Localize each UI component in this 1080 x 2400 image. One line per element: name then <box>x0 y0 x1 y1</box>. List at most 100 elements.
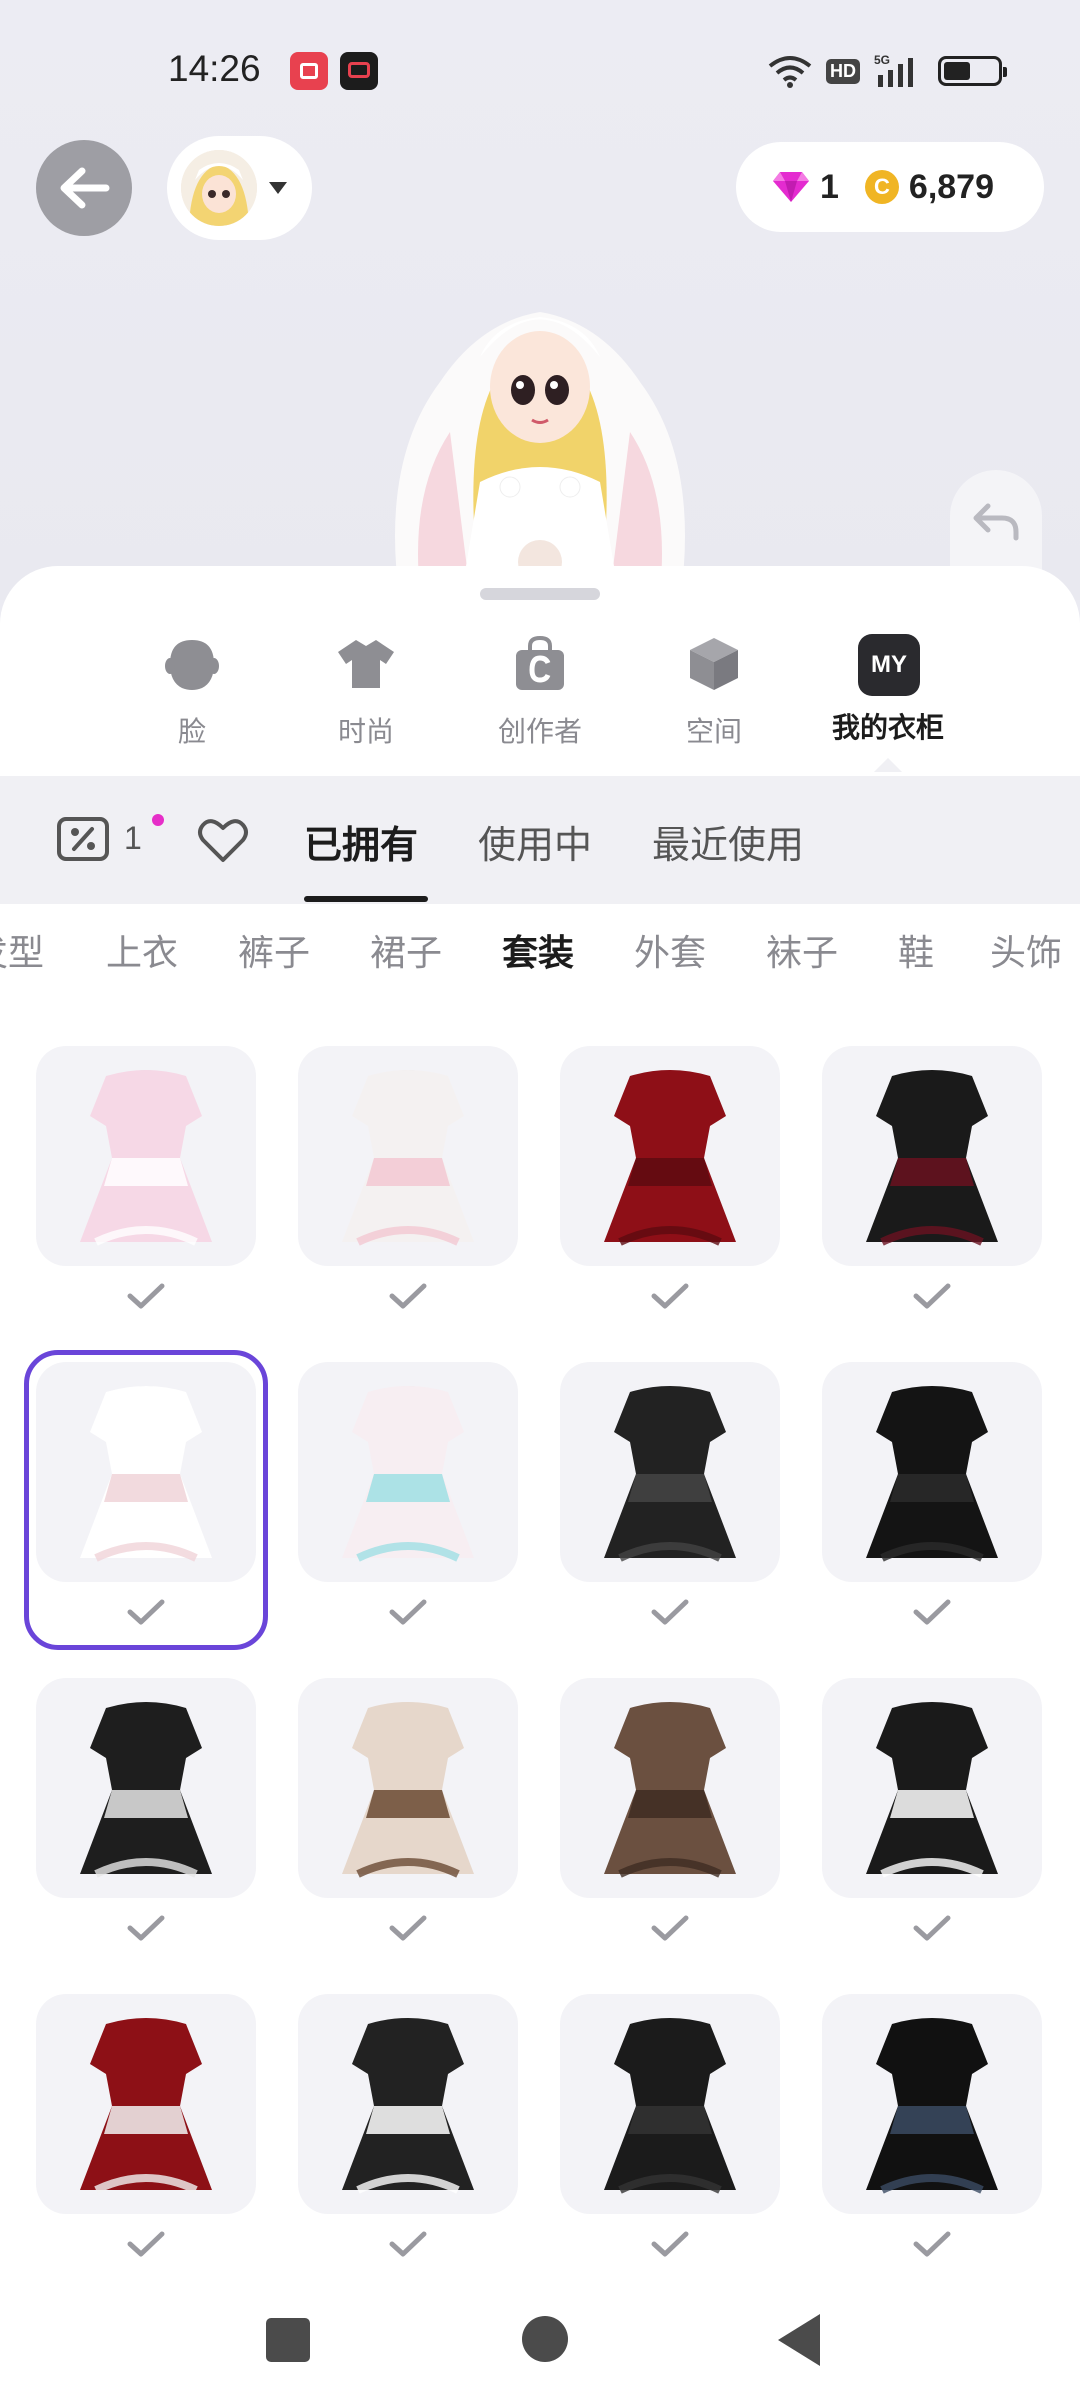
heart-icon[interactable] <box>197 816 249 864</box>
owned-check-icon <box>389 1283 427 1309</box>
outfit-image <box>866 1702 998 1878</box>
filter-hairstyle[interactable]: 发型 <box>0 924 44 976</box>
outfit-card-pink-maid-dress[interactable] <box>36 1046 256 1266</box>
outfit-card-black-fur-crop-set[interactable] <box>560 1362 780 1582</box>
outfit-card-red-skeleton-dress[interactable] <box>36 1994 256 2214</box>
recent-apps-button[interactable] <box>266 2318 310 2362</box>
outfit-card-white-pink-bunny-outfit[interactable] <box>298 1046 518 1266</box>
video-app-icon <box>340 52 378 90</box>
outfit-image <box>80 1702 212 1878</box>
owned-check-icon <box>651 1283 689 1309</box>
outfit-card-gothic-lace-set[interactable] <box>822 1046 1042 1266</box>
status-bar: 14:26 HD 5G <box>0 0 1080 140</box>
avatar-selector[interactable] <box>167 136 312 240</box>
character-preview[interactable] <box>360 262 720 602</box>
drag-handle[interactable] <box>480 588 600 600</box>
outfit-image <box>342 1070 474 1246</box>
owned-check-icon <box>913 1915 951 1941</box>
outfit-card-black-feather-gown[interactable] <box>822 1994 1042 2214</box>
tab-face-label: 脸 <box>177 715 206 748</box>
filter-skirts[interactable]: 裙子 <box>370 924 442 976</box>
active-subtab-underline <box>304 896 428 902</box>
outfit-card-black-leather-coat[interactable] <box>560 1994 780 2214</box>
tab-space-label: 空间 <box>685 715 742 748</box>
my-badge: MY <box>858 634 920 696</box>
notification-dot <box>152 814 164 826</box>
system-nav-bar <box>0 2270 1080 2400</box>
outfit-image <box>604 2018 736 2194</box>
gem-count: 1 <box>820 167 839 206</box>
owned-check-icon <box>913 1599 951 1625</box>
tshirt-icon <box>338 640 394 688</box>
gem-icon <box>773 172 809 202</box>
wardrobe-sheet: 脸 时尚 创作者 空间 MY 我的衣柜 1 已拥有 使用中 最近使用 型 上衣 … <box>0 566 1080 2400</box>
filter-headwear[interactable]: 头饰 <box>990 924 1062 976</box>
outfit-image <box>604 1386 736 1562</box>
tab-fashion[interactable]: 时尚 <box>286 634 446 750</box>
owned-check-icon <box>389 2231 427 2257</box>
outfit-card-fur-coat-brown-skirt[interactable] <box>298 1678 518 1898</box>
filter-outerwear[interactable]: 外套 <box>634 924 706 976</box>
filter-shoes[interactable]: 鞋 <box>898 924 934 976</box>
currency-box[interactable]: 1 6,879 <box>736 142 1044 232</box>
filter-socks[interactable]: 袜子 <box>766 924 838 976</box>
coupon-icon[interactable] <box>56 816 110 862</box>
coin-icon <box>864 170 899 204</box>
status-icons: HD 5G <box>768 50 1007 92</box>
tab-face[interactable]: 脸 <box>112 634 272 750</box>
face-icon <box>165 640 219 690</box>
system-back-button[interactable] <box>778 2314 820 2366</box>
outfit-image <box>342 2018 474 2194</box>
tab-my-wardrobe-label: 我的衣柜 <box>831 711 944 744</box>
owned-check-icon <box>651 1599 689 1625</box>
subtab-bar: 1 已拥有 使用中 最近使用 <box>0 776 1080 904</box>
owned-check-icon <box>651 2231 689 2257</box>
arrow-left-icon <box>60 167 110 209</box>
filter-tops[interactable]: 上衣 <box>106 924 178 976</box>
home-button[interactable] <box>522 2316 568 2362</box>
battery-icon <box>938 56 1007 86</box>
filter-pants[interactable]: 裤子 <box>238 924 310 976</box>
screen-recorder-icon <box>290 52 328 90</box>
owned-check-icon <box>913 1283 951 1309</box>
filter-row: 发型 上衣 裤子 裙子 套装 外套 袜子 鞋 头饰 <box>0 924 1080 994</box>
status-time: 14:26 <box>168 48 261 89</box>
outfit-image <box>342 1386 474 1562</box>
outfit-image <box>866 2018 998 2194</box>
filter-sets[interactable]: 套装 <box>502 924 574 976</box>
tab-recent[interactable]: 最近使用 <box>652 814 804 869</box>
coupon-count: 1 <box>124 820 142 856</box>
tab-in-use[interactable]: 使用中 <box>478 814 592 869</box>
owned-check-icon <box>389 1599 427 1625</box>
creator-bag-icon <box>516 635 564 690</box>
outfit-card-black-victorian-gown[interactable] <box>822 1362 1042 1582</box>
avatar <box>181 150 257 226</box>
outfit-card-polka-dot-scarf-dress[interactable] <box>822 1678 1042 1898</box>
wifi-icon <box>768 56 812 88</box>
outfit-image <box>604 1070 736 1246</box>
back-button[interactable] <box>36 140 132 236</box>
my-wardrobe-icon: MY <box>858 634 920 696</box>
network-label: 5G <box>874 53 890 67</box>
tab-owned[interactable]: 已拥有 <box>304 814 418 869</box>
outfit-card-brown-offshoulder-top[interactable] <box>560 1678 780 1898</box>
outfit-image <box>80 1070 212 1246</box>
signal-icon: 5G <box>874 53 913 87</box>
outfit-card-black-ruffle-gown[interactable] <box>298 1994 518 2214</box>
undo-icon <box>973 503 1019 541</box>
owned-check-icon <box>127 2231 165 2257</box>
outfit-image <box>342 1702 474 1878</box>
outfit-card-pastel-lolita-dress[interactable] <box>298 1362 518 1582</box>
tab-space[interactable]: 空间 <box>634 634 794 750</box>
coin-count: 6,879 <box>908 167 995 206</box>
outfit-card-red-corset-dress[interactable] <box>560 1046 780 1266</box>
owned-check-icon <box>651 1915 689 1941</box>
tab-my-wardrobe[interactable]: MY 我的衣柜 <box>808 634 968 746</box>
outfit-card-black-tweed-pearl-set[interactable] <box>36 1678 256 1898</box>
avatar-stage: 14:26 HD 5G 1 C 6,879 <box>0 0 1080 602</box>
owned-check-icon <box>389 1915 427 1941</box>
selected-outfit-frame <box>24 1350 268 1650</box>
owned-check-icon <box>127 1283 165 1309</box>
tab-creator[interactable]: 创作者 <box>460 634 620 750</box>
chevron-down-icon <box>269 182 287 194</box>
